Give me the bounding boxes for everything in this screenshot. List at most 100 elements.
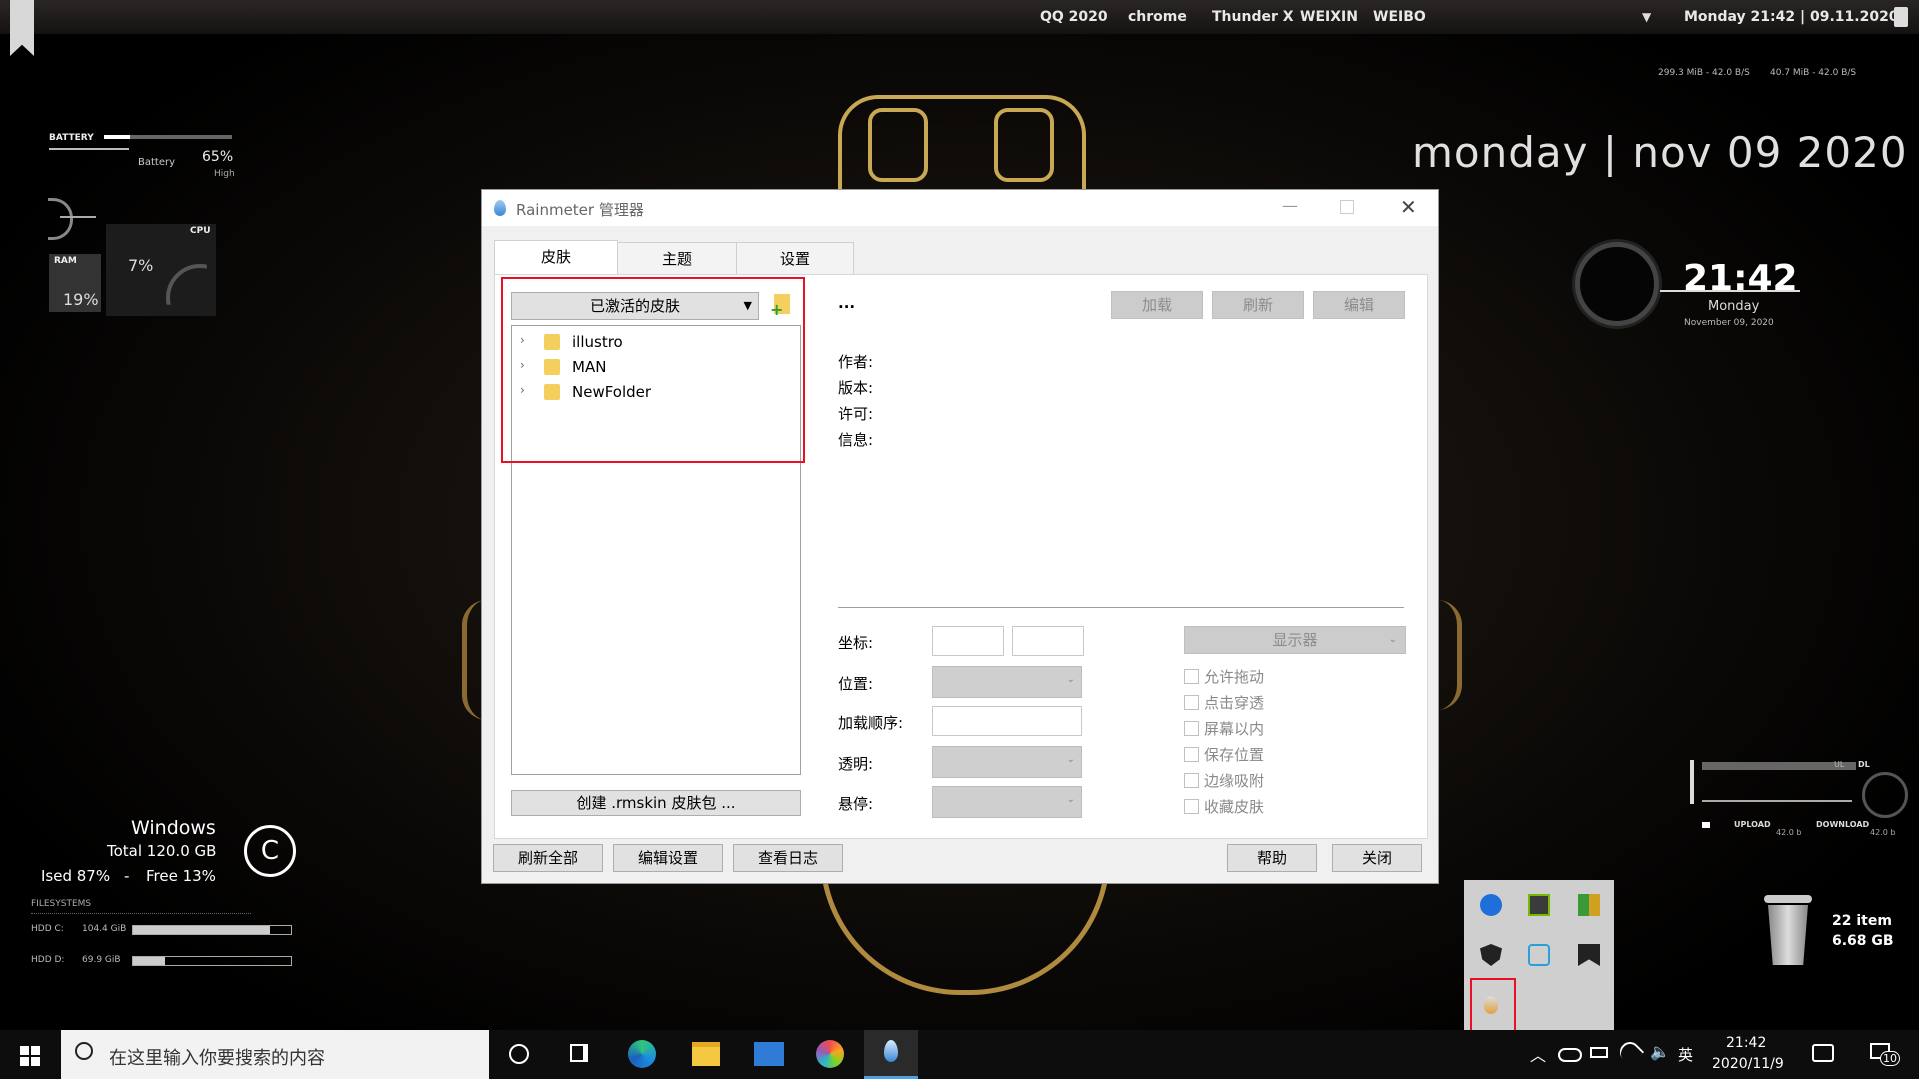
create-rmskin-button[interactable]: 创建 .rmskin 皮肤包 ...	[511, 790, 801, 816]
edit-settings-button[interactable]: 编辑设置	[613, 844, 723, 872]
battery-label: Battery	[138, 157, 176, 168]
recycle-bin-icon[interactable]	[1762, 895, 1814, 967]
security-shield-icon[interactable]	[1480, 944, 1502, 966]
net-graph-line	[1702, 800, 1852, 802]
notification-center-icon[interactable]: 10	[1870, 1043, 1900, 1066]
clock-ring	[1575, 242, 1659, 326]
tab-settings[interactable]: 设置	[736, 242, 854, 276]
clock-date-taskbar[interactable]: 2020/11/9	[1712, 1056, 1784, 1072]
nvidia-icon[interactable]	[1528, 894, 1550, 916]
load-order-field[interactable]	[932, 706, 1082, 736]
fs-row-name: HDD C:	[31, 924, 64, 934]
edit-button[interactable]: 编辑	[1313, 291, 1405, 319]
task-view-icon[interactable]	[570, 1044, 588, 1062]
checkbox-snap-edges[interactable]: 边缘吸附	[1184, 770, 1334, 790]
close-label: 关闭	[1361, 849, 1392, 867]
clock-time-taskbar[interactable]: 21:42	[1726, 1035, 1766, 1051]
photos-app-icon[interactable]	[816, 1040, 844, 1068]
link-thunder[interactable]: Thunder X	[1212, 9, 1294, 25]
windows-start-icon[interactable]	[20, 1046, 40, 1066]
cpu-label: CPU	[190, 226, 211, 236]
home-bookmark-icon[interactable]	[10, 0, 34, 56]
recycle-bin-size: 6.68 GB	[1832, 933, 1894, 949]
filesystems-divider	[31, 913, 251, 914]
help-button[interactable]: 帮助	[1227, 844, 1317, 872]
recycle-bin-lid	[1764, 895, 1812, 903]
clock-date: November 09, 2020	[1684, 318, 1774, 328]
close-button[interactable]: 关闭	[1332, 844, 1422, 872]
license-label: 许可:	[838, 405, 874, 423]
display-select-label: 显示器	[1272, 631, 1318, 649]
position-select[interactable]: ⌄	[932, 666, 1082, 698]
checkbox-allow-drag[interactable]: 允许拖动	[1184, 666, 1334, 686]
checkbox-label: 屏幕以内	[1204, 720, 1265, 738]
cortana-icon[interactable]	[509, 1044, 529, 1064]
bookmark-app-icon[interactable]	[1578, 944, 1600, 966]
tab-skins[interactable]: 皮肤	[494, 240, 618, 276]
grid-app-icon[interactable]	[1578, 894, 1600, 916]
transparency-select[interactable]: ⌄	[932, 746, 1082, 778]
file-explorer-icon[interactable]	[692, 1042, 720, 1066]
highlight-box-tree	[501, 277, 805, 463]
view-log-button[interactable]: 查看日志	[733, 844, 843, 872]
hover-select[interactable]: ⌄	[932, 786, 1082, 818]
link-qq[interactable]: QQ 2020	[1040, 9, 1108, 25]
drive-free: Free 13%	[146, 867, 216, 885]
author-label: 作者:	[838, 353, 874, 371]
chevron-down-icon[interactable]: ▼	[1642, 10, 1651, 24]
load-order-label: 加载顺序:	[838, 714, 904, 732]
ime-indicator[interactable]: 英	[1678, 1044, 1693, 1065]
maximize-icon[interactable]	[1340, 200, 1354, 214]
edit-settings-label: 编辑设置	[637, 849, 698, 867]
fs-row-bar-fill	[133, 957, 165, 965]
checkbox-favorite[interactable]: 收藏皮肤	[1184, 796, 1334, 816]
refresh-all-button[interactable]: 刷新全部	[493, 844, 603, 872]
edge-icon[interactable]	[628, 1040, 656, 1068]
coordinate-x-field[interactable]	[932, 626, 1004, 656]
battery-icon[interactable]	[1590, 1047, 1608, 1058]
taskbar: 在这里输入你要搜索的内容 ︿ 🔈 英 21:42 2020/11/9 10	[0, 1030, 1919, 1079]
onedrive-icon[interactable]	[1558, 1048, 1582, 1062]
wifi-icon[interactable]	[1615, 1037, 1645, 1067]
fs-row-size: 104.4 GiB	[82, 924, 127, 934]
settings-divider	[838, 607, 1404, 608]
display-select[interactable]: 显示器 ⌄	[1184, 626, 1406, 654]
help-label: 帮助	[1256, 849, 1287, 867]
ram-label: RAM	[54, 256, 77, 266]
refresh-button[interactable]: 刷新	[1212, 291, 1304, 319]
tab-themes[interactable]: 主题	[617, 242, 737, 276]
cpu-gauge-arc	[48, 198, 73, 240]
checkbox-click-through[interactable]: 点击穿透	[1184, 692, 1334, 712]
net-graph-ul-label: UL	[1834, 760, 1845, 769]
cpu-arc	[166, 264, 207, 305]
search-box[interactable]: 在这里输入你要搜索的内容	[61, 1030, 489, 1079]
drive-separator: -	[124, 867, 130, 885]
close-icon[interactable]: ✕	[1400, 195, 1417, 219]
link-chrome[interactable]: chrome	[1128, 9, 1187, 25]
rainmeter-taskbar-button[interactable]	[864, 1030, 918, 1079]
load-button[interactable]: 加载	[1111, 291, 1203, 319]
refresh-all-label: 刷新全部	[517, 849, 578, 867]
top-bar: QQ 2020 chrome Thunder X WEIXIN WEIBO ▼ …	[0, 0, 1919, 56]
search-placeholder: 在这里输入你要搜索的内容	[109, 1048, 325, 1069]
mail-icon[interactable]	[754, 1042, 784, 1066]
checkbox-label: 收藏皮肤	[1204, 798, 1265, 816]
highlight-box-tray	[1470, 978, 1516, 1034]
coordinate-y-field[interactable]	[1012, 626, 1084, 656]
ime-mode-icon[interactable]	[1812, 1044, 1834, 1062]
big-date: monday | nov 09 2020	[1412, 128, 1908, 177]
recycle-bin-mini-icon[interactable]	[1894, 7, 1908, 27]
minimize-icon[interactable]: —	[1282, 196, 1298, 215]
title-bar[interactable]: Rainmeter 管理器 — ✕	[482, 190, 1438, 226]
checkbox-label: 点击穿透	[1204, 694, 1265, 712]
link-weibo[interactable]: WEIBO	[1373, 9, 1426, 25]
checkbox-save-position[interactable]: 保存位置	[1184, 744, 1334, 764]
network-tool-icon[interactable]	[1528, 944, 1550, 966]
volume-icon[interactable]: 🔈	[1650, 1042, 1670, 1061]
bluetooth-icon[interactable]	[1480, 894, 1502, 916]
checkbox-keep-on-screen[interactable]: 屏幕以内	[1184, 718, 1334, 738]
checkbox-box	[1184, 669, 1199, 684]
link-weixin[interactable]: WEIXIN	[1300, 9, 1358, 25]
tray-chevron-up-icon[interactable]: ︿	[1530, 1042, 1546, 1066]
filesystems-title: FILESYSTEMS	[31, 899, 92, 909]
